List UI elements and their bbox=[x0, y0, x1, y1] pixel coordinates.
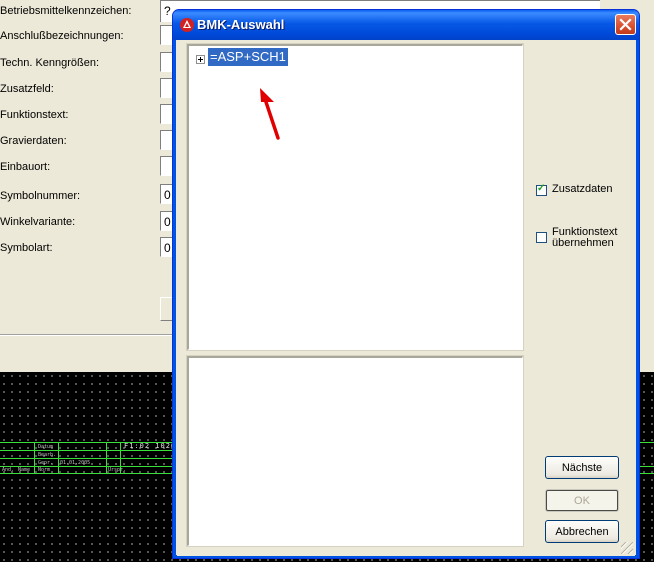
label-einbauort: Einbauort: bbox=[0, 161, 51, 173]
close-icon bbox=[619, 18, 632, 31]
ok-button[interactable]: OK bbox=[545, 489, 619, 512]
label-betriebsmittelkennzeichen: Betriebsmittelkennzeichen: bbox=[0, 5, 132, 17]
label-winkelvariante: Winkelvariante: bbox=[0, 216, 76, 228]
funktionstext-label: Funktionstext übernehmen bbox=[552, 226, 618, 249]
zusatzdaten-label: Zusatzdaten bbox=[552, 183, 613, 195]
zusatzdaten-option[interactable]: Zusatzdaten bbox=[536, 183, 613, 196]
cad-border-line bbox=[0, 450, 190, 451]
abbrechen-button[interactable]: Abbrechen bbox=[545, 520, 619, 543]
dialog-title: BMK-Auswahl bbox=[197, 17, 285, 32]
plus-box-icon[interactable] bbox=[196, 55, 205, 64]
cad-cell-text: Datum bbox=[38, 444, 54, 450]
cad-border-line bbox=[34, 442, 35, 473]
label-techn-kenngroessen: Techn. Kenngrößen: bbox=[0, 57, 100, 69]
label-symbolnummer: Symbolnummer: bbox=[0, 190, 81, 202]
cad-cell-text: Änd. bbox=[2, 467, 15, 473]
app-logo-icon bbox=[180, 18, 194, 32]
cad-border-line bbox=[106, 442, 107, 473]
funktionstext-checkbox[interactable] bbox=[536, 232, 547, 243]
resize-grip[interactable] bbox=[621, 542, 633, 554]
background-window-edge bbox=[640, 20, 654, 360]
cad-border-line bbox=[58, 442, 59, 473]
zusatzdaten-checkbox[interactable] bbox=[536, 183, 547, 196]
cad-title-block-text: F1:02 1020 bbox=[124, 442, 177, 450]
label-zusatzfeld: Zusatzfeld: bbox=[0, 83, 54, 95]
tree-node-asp-sch1[interactable]: =ASP+SCH1 bbox=[208, 48, 288, 66]
cad-border-line bbox=[0, 458, 190, 459]
label-funktionstext: Funktionstext: bbox=[0, 109, 69, 121]
cad-date-text: 01.01.2005 bbox=[60, 460, 91, 466]
dialog-titlebar[interactable]: BMK-Auswahl bbox=[173, 10, 639, 40]
cad-cell-text: Gepr. bbox=[38, 460, 54, 466]
dialog-client-area: =ASP+SCH1 Zusatzdaten Funktionstext über… bbox=[177, 40, 635, 556]
cad-cell-text: Norm bbox=[38, 467, 51, 473]
bmk-tree-view[interactable]: =ASP+SCH1 bbox=[186, 43, 524, 351]
bmk-auswahl-dialog: BMK-Auswahl =ASP+SCH1 Zusatzdaten Funkti… bbox=[172, 9, 640, 559]
cad-cell-text: Bearb. bbox=[38, 452, 57, 458]
label-anschlussbezeichnungen: Anschlußbezeichnungen: bbox=[0, 30, 124, 42]
label-gravierdaten: Gravierdaten: bbox=[0, 135, 67, 147]
details-panel[interactable] bbox=[186, 355, 524, 547]
cad-cell-text: Urspr. bbox=[108, 467, 127, 473]
cad-cell-text: Name bbox=[18, 467, 31, 473]
naechste-button[interactable]: Nächste bbox=[545, 456, 619, 479]
label-symbolart: Symbolart: bbox=[0, 242, 53, 254]
close-button[interactable] bbox=[615, 14, 636, 35]
funktionstext-option[interactable]: Funktionstext übernehmen bbox=[536, 227, 622, 249]
red-arrow-annotation bbox=[260, 88, 280, 140]
